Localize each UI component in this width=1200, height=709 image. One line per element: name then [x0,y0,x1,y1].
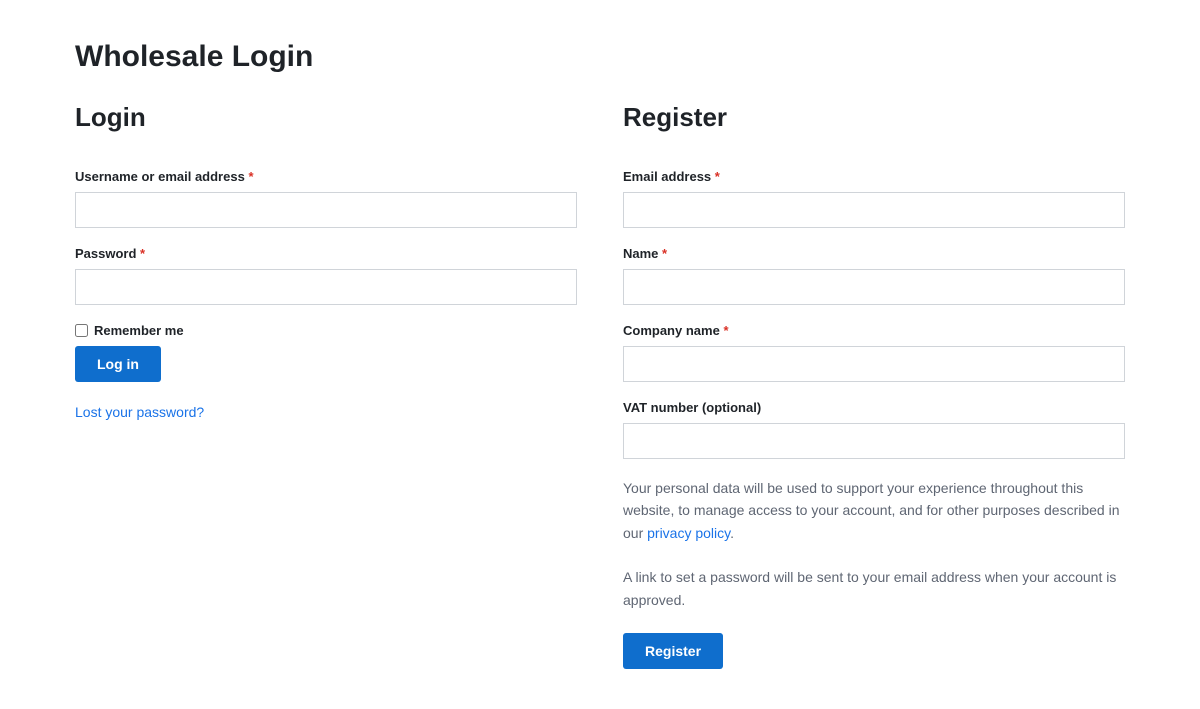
reg-name-label: Name * [623,246,1125,261]
password-label-text: Password [75,246,136,261]
register-button[interactable]: Register [623,633,723,669]
username-label: Username or email address * [75,169,577,184]
privacy-policy-link[interactable]: privacy policy [647,525,730,541]
register-column: Register Email address * Name * Company … [623,102,1125,669]
reg-vat-row: VAT number (optional) [623,400,1125,459]
reg-company-row: Company name * [623,323,1125,382]
required-asterisk: * [715,169,720,184]
reg-company-label: Company name * [623,323,1125,338]
remember-me-label: Remember me [94,323,184,338]
reg-vat-label: VAT number (optional) [623,400,1125,415]
register-heading: Register [623,102,1125,133]
password-row: Password * [75,246,577,305]
password-label: Password * [75,246,577,261]
page-title: Wholesale Login [75,40,1125,74]
username-row: Username or email address * [75,169,577,228]
reg-email-label-text: Email address [623,169,711,184]
remember-me-checkbox[interactable] [75,324,88,337]
reg-name-label-text: Name [623,246,658,261]
username-label-text: Username or email address [75,169,245,184]
password-input[interactable] [75,269,577,305]
lost-password-link[interactable]: Lost your password? [75,404,204,420]
required-asterisk: * [662,246,667,261]
reg-company-label-text: Company name [623,323,720,338]
privacy-text-2: . [730,525,734,541]
login-column: Login Username or email address * Passwo… [75,102,577,669]
reg-name-input[interactable] [623,269,1125,305]
reg-vat-label-text: VAT number (optional) [623,400,761,415]
username-input[interactable] [75,192,577,228]
privacy-notice: Your personal data will be used to suppo… [623,477,1125,544]
login-actions: Log in [75,346,577,382]
reg-email-input[interactable] [623,192,1125,228]
reg-vat-input[interactable] [623,423,1125,459]
login-button[interactable]: Log in [75,346,161,382]
password-notice: A link to set a password will be sent to… [623,566,1125,611]
register-actions: Register [623,633,1125,669]
remember-me-row: Remember me [75,323,577,338]
auth-columns: Login Username or email address * Passwo… [75,102,1125,669]
required-asterisk: * [248,169,253,184]
required-asterisk: * [723,323,728,338]
login-heading: Login [75,102,577,133]
reg-name-row: Name * [623,246,1125,305]
reg-company-input[interactable] [623,346,1125,382]
reg-email-row: Email address * [623,169,1125,228]
required-asterisk: * [140,246,145,261]
reg-email-label: Email address * [623,169,1125,184]
